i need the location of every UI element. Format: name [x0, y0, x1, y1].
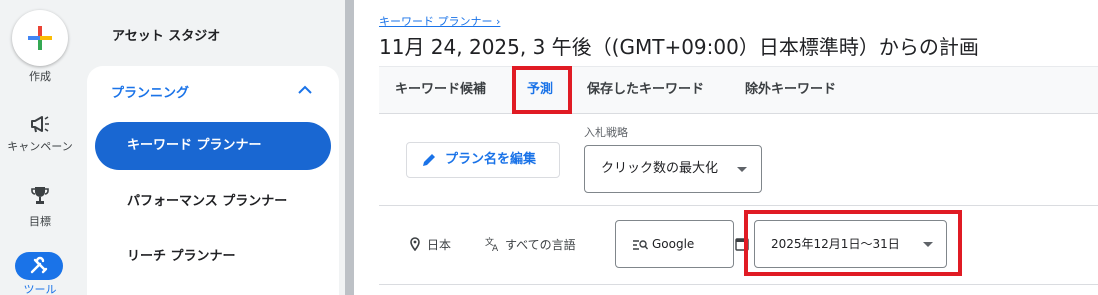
campaign-label[interactable]: キャンペーン	[0, 140, 80, 153]
left-rail: 作成 キャンペーン 目標 ツール	[0, 0, 80, 295]
tab-negative-keywords[interactable]: 除外キーワード	[745, 67, 836, 113]
tabs-bar: キーワード候補 予測 保存したキーワード 除外キーワード	[379, 66, 1098, 114]
nav-item-performance-planner[interactable]: パフォーマンス プランナー	[95, 178, 331, 226]
location-filter[interactable]: 日本	[427, 236, 451, 253]
tab-saved-keywords[interactable]: 保存したキーワード	[587, 67, 704, 113]
forecast-tab-highlight	[512, 66, 572, 114]
date-range-highlight	[744, 210, 962, 276]
google-plus-icon	[28, 26, 52, 50]
planning-header[interactable]: プランニング	[111, 82, 189, 101]
megaphone-icon[interactable]	[28, 112, 52, 136]
language-filter[interactable]: すべての言語	[505, 236, 576, 253]
tools-icon	[30, 256, 48, 274]
create-label: 作成	[29, 70, 51, 83]
svg-text:A: A	[492, 244, 499, 252]
network-select[interactable]: Google	[615, 220, 734, 268]
edit-plan-name-button[interactable]: プラン名を編集	[406, 142, 560, 178]
location-pin-icon	[410, 237, 420, 251]
chevron-up-icon[interactable]	[295, 80, 315, 100]
tools-label[interactable]: ツール	[0, 283, 80, 295]
main-content: キーワード プランナー › 11月 24, 2025, 3 午後（(GMT+09…	[354, 0, 1098, 295]
trophy-icon[interactable]	[28, 184, 52, 208]
page-title: 11月 24, 2025, 3 午後（(GMT+09:00）日本標準時）からの計…	[379, 35, 979, 59]
secondary-nav: アセット スタジオ プランニング キーワード プランナー パフォーマンス プラン…	[80, 0, 345, 295]
asset-studio-link[interactable]: アセット スタジオ	[112, 25, 220, 44]
panel-divider[interactable]	[345, 0, 354, 295]
filters-bar: 日本 文 A すべての言語 Google 2025年12月1日〜31日	[379, 205, 1098, 285]
planning-panel: プランニング キーワード プランナー パフォーマンス プランナー リーチ プラン…	[87, 66, 339, 295]
pencil-icon	[423, 154, 435, 166]
bid-strategy-value: クリック数の最大化	[601, 161, 719, 176]
nav-item-reach-planner[interactable]: リーチ プランナー	[95, 233, 331, 281]
create-button[interactable]	[12, 10, 68, 66]
tools-button[interactable]	[15, 252, 63, 280]
bid-strategy-select[interactable]: クリック数の最大化	[584, 145, 762, 193]
breadcrumb[interactable]: キーワード プランナー ›	[379, 13, 500, 29]
nav-item-keyword-planner[interactable]: キーワード プランナー	[95, 122, 331, 170]
search-network-icon	[633, 240, 648, 250]
network-value: Google	[652, 237, 695, 251]
tab-keyword-ideas[interactable]: キーワード候補	[395, 67, 486, 113]
dropdown-arrow-icon	[737, 167, 747, 172]
bid-strategy-label: 入札戦略	[584, 126, 628, 139]
goals-label[interactable]: 目標	[0, 215, 80, 228]
translate-icon: 文 A	[485, 236, 499, 252]
edit-plan-name-label: プラン名を編集	[445, 152, 537, 167]
